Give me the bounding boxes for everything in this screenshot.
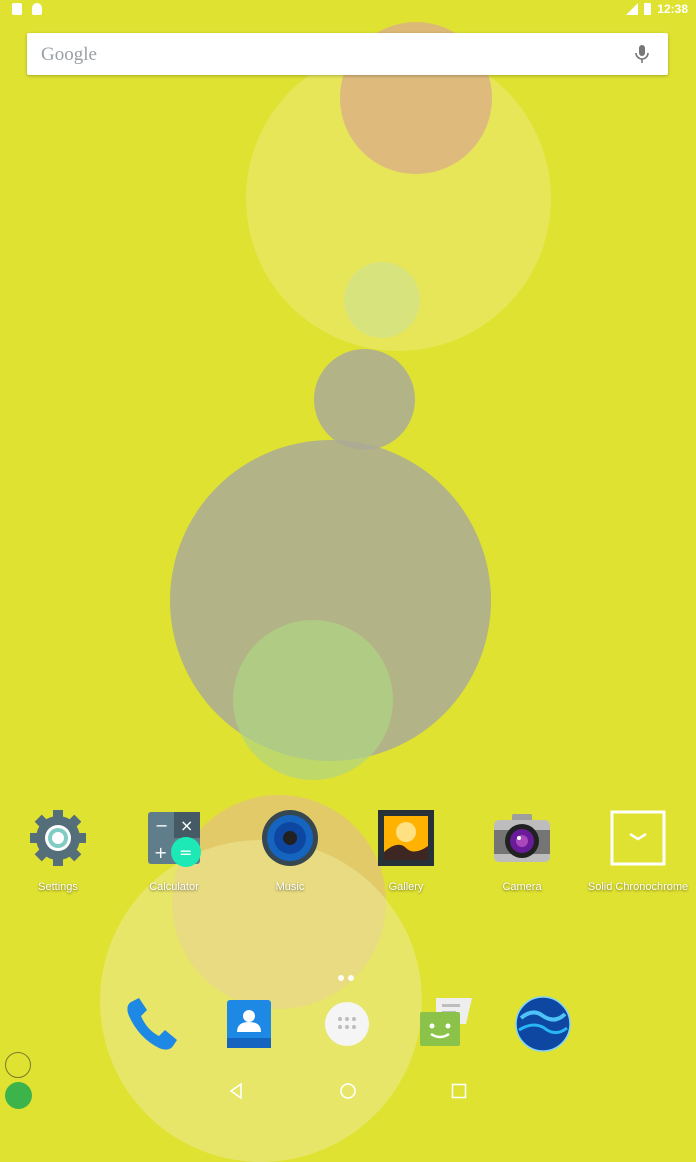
- back-icon[interactable]: [227, 1081, 247, 1101]
- wallpaper-circle: [344, 262, 420, 338]
- browser-icon[interactable]: [513, 994, 573, 1054]
- app-label: Calculator: [149, 881, 199, 893]
- status-time: 12:38: [657, 2, 688, 16]
- app-drawer-icon[interactable]: [317, 994, 377, 1054]
- svg-text:−: −: [155, 816, 168, 835]
- app-solid-chronochrome[interactable]: Solid Chronochrome: [580, 808, 696, 893]
- page-dot: [348, 975, 354, 981]
- app-label: Gallery: [388, 881, 424, 893]
- settings-icon: [30, 810, 86, 866]
- android-notification-icon: [32, 3, 42, 15]
- page-indicator: [338, 975, 354, 981]
- navigation-bar: [0, 1064, 696, 1114]
- google-logo: Google: [41, 44, 97, 65]
- app-settings[interactable]: Settings: [0, 808, 116, 893]
- music-icon: [262, 810, 318, 866]
- recents-icon[interactable]: [449, 1081, 469, 1101]
- google-search-bar[interactable]: Google: [27, 33, 668, 75]
- contacts-icon[interactable]: [219, 994, 279, 1054]
- camera-icon: [494, 814, 550, 862]
- status-bar: 12:38: [0, 0, 696, 20]
- mic-icon[interactable]: [632, 43, 652, 65]
- app-label: Music: [275, 881, 305, 893]
- signal-icon: [626, 3, 639, 15]
- page-dot: [338, 975, 344, 981]
- gallery-icon: [378, 810, 434, 866]
- app-label: Settings: [38, 881, 78, 893]
- calculator-icon: − × + =: [148, 812, 201, 867]
- wallpaper-circle: [233, 620, 393, 780]
- sd-card-icon: [12, 3, 22, 15]
- home-icon[interactable]: [338, 1081, 358, 1101]
- app-label: Camera: [502, 881, 542, 893]
- svg-text:×: ×: [180, 816, 193, 835]
- app-label: Solid Chronochrome: [587, 881, 689, 893]
- wallpaper-circle: [314, 349, 415, 450]
- messaging-icon[interactable]: [414, 994, 474, 1054]
- svg-text:+: +: [154, 843, 167, 862]
- app-calculator[interactable]: − × + = Calculator: [116, 808, 232, 893]
- phone-icon[interactable]: [121, 994, 181, 1054]
- svg-text:=: =: [179, 843, 192, 862]
- app-gallery[interactable]: Gallery: [348, 808, 464, 893]
- app-music[interactable]: Music: [232, 808, 348, 893]
- battery-icon: [644, 3, 652, 15]
- app-camera[interactable]: Camera: [464, 808, 580, 893]
- clock-icon: [610, 810, 666, 866]
